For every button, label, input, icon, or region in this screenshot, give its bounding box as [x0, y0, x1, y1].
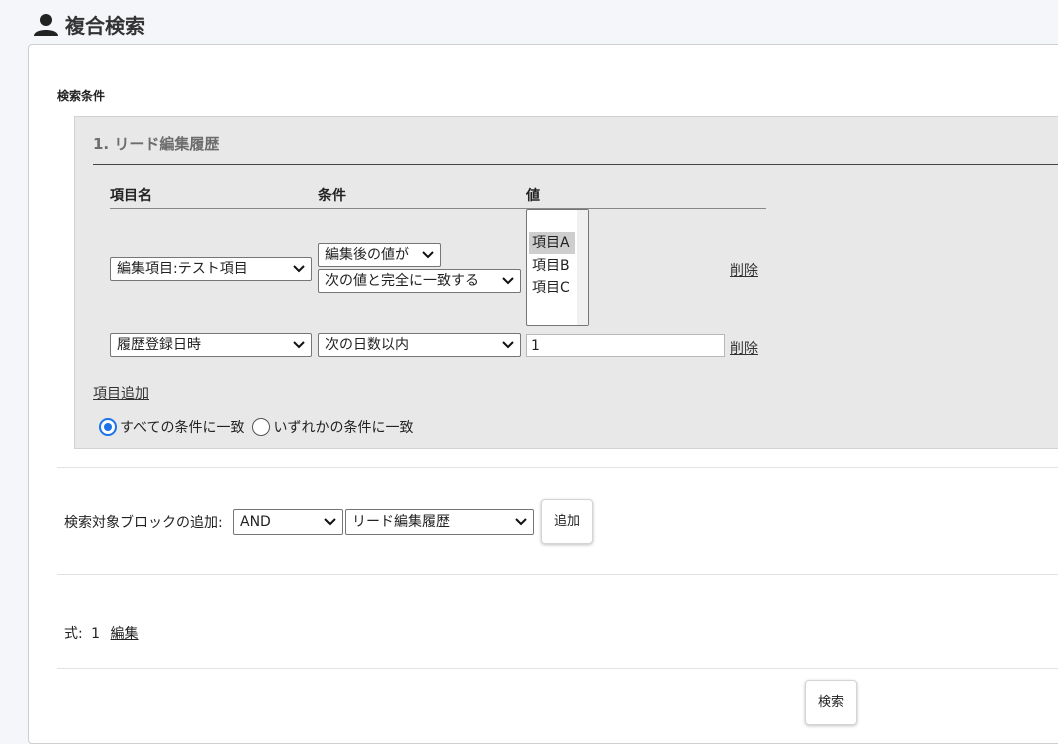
- block-title: 1. リード編集履歴: [93, 135, 220, 153]
- column-header-rule: [110, 208, 766, 209]
- delete-link-2[interactable]: 削除: [730, 338, 758, 358]
- match-all-label[interactable]: すべての条件に一致: [120, 417, 244, 437]
- column-header-value: 値: [526, 188, 540, 204]
- match-all-radio[interactable]: [99, 418, 117, 436]
- search-panel: 検索条件 1. リード編集履歴 項目名 条件 値 編集項目:テスト項目 編集後の…: [28, 44, 1058, 744]
- section-divider: [57, 574, 1058, 575]
- condition-mode-select-1[interactable]: 編集後の値が: [318, 243, 441, 267]
- expression-row: 式: 1 編集: [64, 623, 139, 643]
- expression-value: 1: [91, 626, 101, 642]
- user-icon: [34, 13, 58, 36]
- operator-select-value: AND: [240, 514, 271, 530]
- value-option[interactable]: 項目B: [529, 255, 575, 277]
- chevron-down-icon: [502, 277, 514, 285]
- chevron-down-icon: [324, 518, 336, 526]
- condition-select-2-value: 次の日数以内: [325, 337, 409, 353]
- delete-link-1[interactable]: 削除: [730, 260, 758, 280]
- block-title-rule: [93, 164, 1058, 165]
- field-select-1-value: 編集項目:テスト項目: [117, 261, 248, 277]
- add-block-button[interactable]: 追加: [541, 499, 593, 544]
- value-option[interactable]: 項目C: [529, 277, 575, 299]
- chevron-down-icon: [515, 518, 527, 526]
- search-button[interactable]: 検索: [805, 680, 857, 725]
- operator-select[interactable]: AND: [233, 509, 343, 535]
- expression-label: 式:: [64, 626, 83, 642]
- match-any-label[interactable]: いずれかの条件に一致: [273, 417, 413, 437]
- listbox-scrollbar[interactable]: [577, 210, 588, 325]
- add-item-link[interactable]: 項目追加: [93, 383, 149, 403]
- page-title: 複合検索: [65, 14, 145, 38]
- column-header-field: 項目名: [110, 188, 152, 204]
- page-header: 複合検索: [33, 10, 145, 39]
- chevron-down-icon: [293, 265, 305, 273]
- add-block-label: 検索対象ブロックの追加:: [64, 515, 223, 531]
- condition-select-1[interactable]: 次の値と完全に一致する: [318, 269, 521, 293]
- target-block-select[interactable]: リード編集履歴: [345, 509, 534, 535]
- chevron-down-icon: [422, 251, 434, 259]
- match-mode-group: すべての条件に一致 いずれかの条件に一致: [99, 417, 413, 437]
- search-block: 1. リード編集履歴 項目名 条件 値 編集項目:テスト項目 編集後の値が 次の…: [74, 116, 1058, 449]
- condition-select-2[interactable]: 次の日数以内: [318, 333, 521, 357]
- field-select-2-value: 履歴登録日時: [117, 337, 201, 353]
- column-header-condition: 条件: [318, 188, 346, 204]
- match-any-radio[interactable]: [252, 418, 271, 436]
- section-divider: [57, 668, 1058, 669]
- condition-select-1-value: 次の値と完全に一致する: [325, 273, 479, 289]
- chevron-down-icon: [502, 341, 514, 349]
- value-listbox[interactable]: 項目A 項目B 項目C: [526, 209, 589, 326]
- days-value-input[interactable]: 1: [526, 334, 725, 357]
- chevron-down-icon: [293, 341, 305, 349]
- condition-mode-select-1-value: 編集後の値が: [325, 247, 409, 263]
- section-divider: [57, 467, 1058, 468]
- target-block-select-value: リード編集履歴: [352, 514, 450, 530]
- field-select-1[interactable]: 編集項目:テスト項目: [110, 257, 312, 281]
- field-select-2[interactable]: 履歴登録日時: [110, 333, 312, 357]
- search-conditions-label: 検索条件: [57, 89, 106, 103]
- edit-expression-link[interactable]: 編集: [111, 626, 139, 642]
- value-option[interactable]: 項目A: [529, 232, 575, 254]
